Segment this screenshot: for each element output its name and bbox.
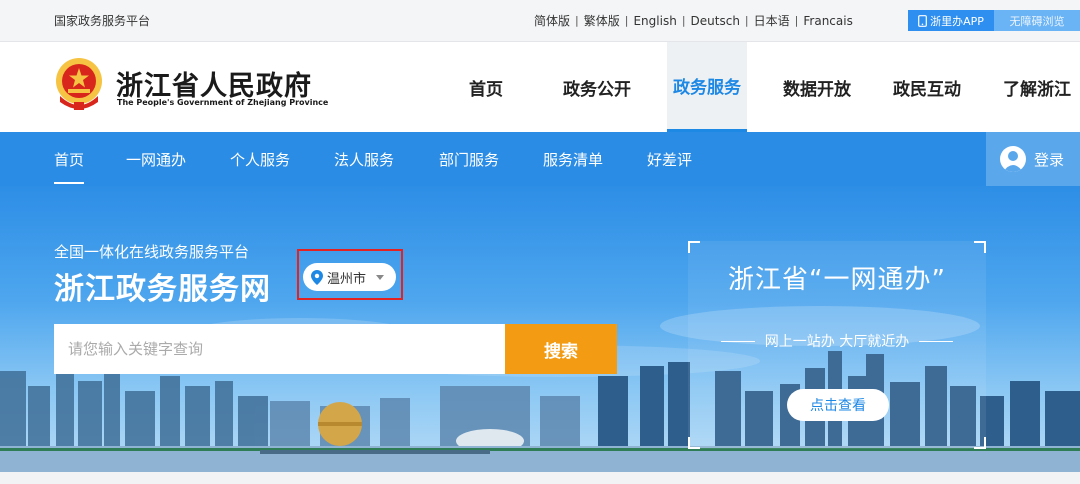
subnav-home[interactable]: 首页 bbox=[54, 132, 85, 186]
lang-traditional[interactable]: 繁体版 bbox=[584, 12, 620, 29]
separator: | bbox=[624, 14, 629, 27]
page-content-edge bbox=[0, 472, 1080, 484]
login-label: 登录 bbox=[1034, 150, 1065, 169]
location-selector[interactable]: 温州市 bbox=[303, 263, 396, 291]
location-label: 温州市 bbox=[327, 271, 367, 287]
lang-japanese[interactable]: 日本语 bbox=[754, 12, 790, 29]
top-bar: 国家政务服务平台 简体版 | 繁体版 | English | Deutsch |… bbox=[0, 0, 1080, 42]
separator: | bbox=[744, 14, 749, 27]
main-nav-about-zhejiang[interactable]: 了解浙江 bbox=[987, 42, 1080, 132]
app-download-button[interactable]: 浙里办APP bbox=[908, 10, 994, 31]
main-nav-home[interactable]: 首页 bbox=[446, 42, 526, 132]
one-stop-promo-panel: 浙江省“一网通办” 网上一站办 大厅就近办 点击查看 bbox=[688, 241, 986, 449]
main-nav-interaction[interactable]: 政民互动 bbox=[877, 42, 977, 132]
site-header: 浙江省人民政府 The People's Government of Zheji… bbox=[0, 42, 1080, 132]
subnav-service-list[interactable]: 服务清单 bbox=[543, 132, 603, 186]
chevron-down-icon bbox=[376, 274, 385, 280]
lang-english[interactable]: English bbox=[633, 14, 676, 28]
hero-banner: 全国一体化在线政务服务平台 浙江政务服务网 温州市 搜索 浙江省“一网通办” 网… bbox=[0, 186, 1080, 472]
search-input[interactable] bbox=[54, 324, 505, 374]
promo-title: 浙江省“一网通办” bbox=[728, 265, 946, 295]
separator: | bbox=[575, 14, 579, 27]
subnav-personal[interactable]: 个人服务 bbox=[230, 132, 290, 186]
view-details-button[interactable]: 点击查看 bbox=[787, 389, 889, 421]
login-button[interactable]: 登录 bbox=[986, 132, 1080, 186]
lang-french[interactable]: Francais bbox=[803, 14, 852, 28]
hero-subtitle: 全国一体化在线政务服务平台 bbox=[54, 243, 250, 261]
divider bbox=[720, 340, 755, 342]
separator: | bbox=[681, 14, 686, 27]
phone-icon bbox=[918, 14, 927, 27]
language-switcher: 简体版 | 繁体版 | English | Deutsch | 日本语 | Fr… bbox=[534, 12, 853, 29]
accessibility-button[interactable]: 无障碍浏览 bbox=[994, 10, 1080, 31]
app-label: 浙里办APP bbox=[930, 14, 984, 28]
location-pin-icon bbox=[311, 269, 323, 285]
lang-simplified[interactable]: 简体版 bbox=[534, 12, 570, 29]
national-platform-link[interactable]: 国家政务服务平台 bbox=[54, 12, 150, 29]
frame-corner bbox=[974, 437, 986, 449]
frame-corner bbox=[688, 241, 700, 253]
promo-slogan: 网上一站办 大厅就近办 bbox=[688, 331, 986, 351]
service-subnav: 首页 一网通办 个人服务 法人服务 部门服务 服务清单 好差评 登录 bbox=[0, 132, 1080, 186]
main-nav-gov-affairs[interactable]: 政务公开 bbox=[547, 42, 647, 132]
subnav-department[interactable]: 部门服务 bbox=[439, 132, 499, 186]
subnav-one-stop[interactable]: 一网通办 bbox=[126, 132, 186, 186]
search-button[interactable]: 搜索 bbox=[505, 324, 617, 374]
divider bbox=[919, 340, 954, 342]
subnav-evaluation[interactable]: 好差评 bbox=[647, 132, 692, 186]
main-nav-open-data[interactable]: 数据开放 bbox=[767, 42, 867, 132]
frame-corner bbox=[688, 437, 700, 449]
separator: | bbox=[794, 14, 799, 27]
user-avatar-icon bbox=[1000, 146, 1026, 172]
hero-title: 浙江政务服务网 bbox=[54, 272, 271, 307]
main-nav: 首页 政务公开 政务服务 数据开放 政民互动 了解浙江 bbox=[0, 42, 1080, 132]
subnav-corporate[interactable]: 法人服务 bbox=[334, 132, 394, 186]
frame-corner bbox=[974, 241, 986, 253]
main-nav-gov-services[interactable]: 政务服务 bbox=[667, 42, 747, 132]
lang-german[interactable]: Deutsch bbox=[691, 14, 740, 28]
promo-slogan-text: 网上一站办 大厅就近办 bbox=[764, 334, 910, 350]
